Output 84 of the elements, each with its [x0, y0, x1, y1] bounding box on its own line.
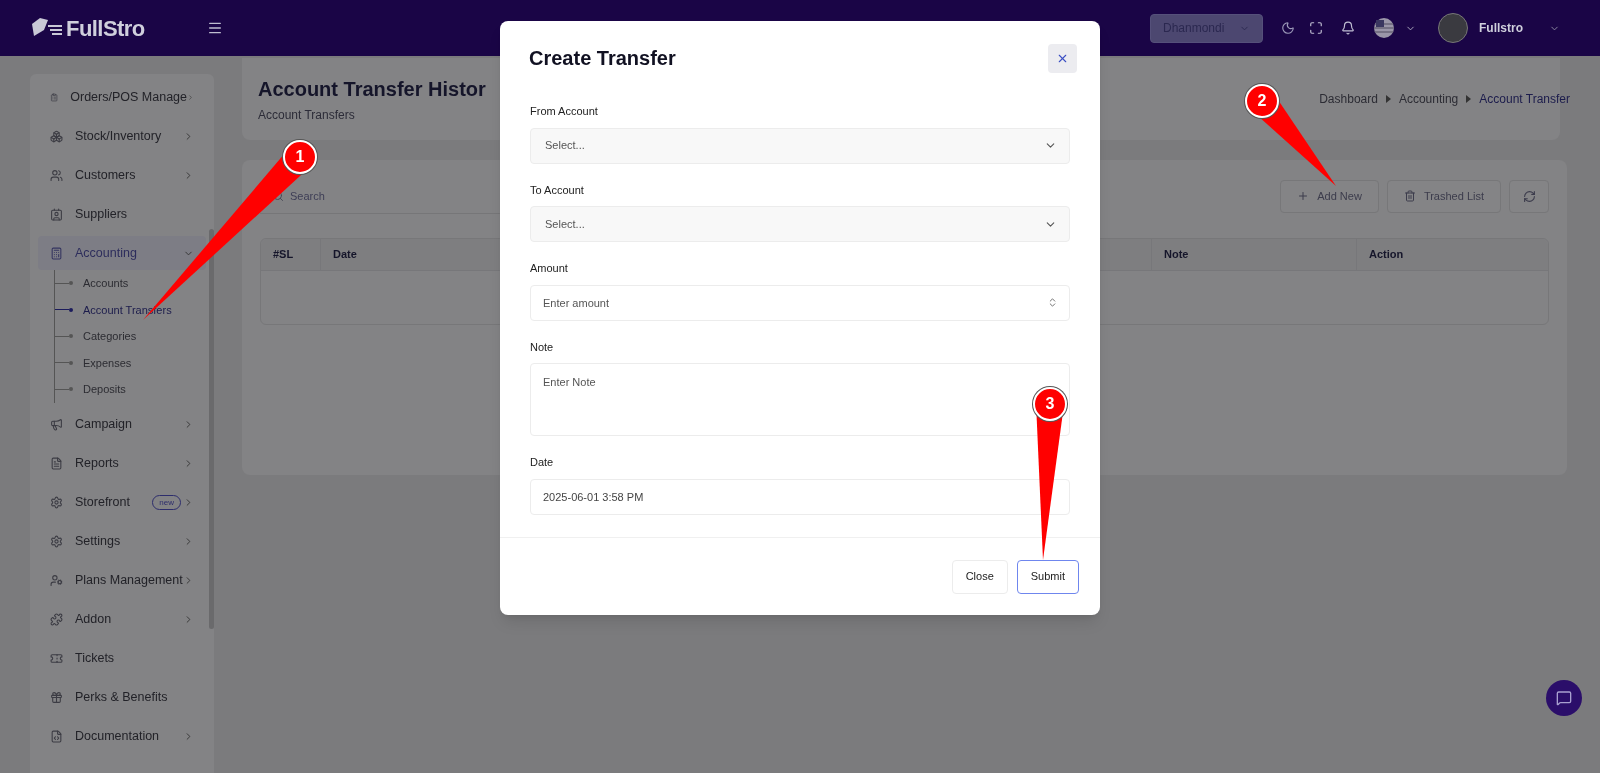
submenu-item[interactable]: Categories — [55, 323, 200, 350]
sidebar-item[interactable]: Orders/POS Manage — [38, 80, 206, 114]
chat-button[interactable] — [1546, 680, 1582, 716]
sidebar-item-label: Storefront — [75, 494, 130, 512]
users-icon — [50, 168, 63, 182]
sidebar-item-label: Documentation — [75, 728, 160, 746]
avatar[interactable] — [1438, 13, 1468, 43]
sidebar-item-label: Customers — [75, 166, 136, 184]
step-number-tooltip: 1 — [283, 140, 317, 174]
boxes-icon — [50, 129, 63, 143]
trashed-list-button[interactable]: Trashed List — [1386, 179, 1501, 213]
ticket-icon — [50, 652, 63, 665]
clipboard-icon — [50, 90, 59, 104]
select-field[interactable]: Select... — [530, 127, 1070, 164]
flag-icon[interactable] — [1373, 17, 1395, 39]
field-label: From Account — [530, 104, 599, 119]
submenu-item[interactable]: Expenses — [55, 349, 200, 376]
sidebar-item[interactable]: Reports — [38, 446, 206, 481]
sidebar-item[interactable]: Tickets — [38, 641, 206, 676]
select-field[interactable]: Select... — [530, 206, 1070, 242]
page-title: Account Transfer Histor — [258, 77, 486, 102]
add-new-button[interactable]: Add New — [1280, 179, 1379, 213]
moon-icon[interactable] — [1281, 21, 1295, 35]
gear-icon — [50, 535, 63, 548]
fullscreen-icon[interactable] — [1309, 21, 1323, 35]
sidebar-item-label: Tickets — [75, 650, 115, 668]
spinner-icon[interactable] — [1047, 296, 1058, 308]
plus-icon — [1297, 190, 1310, 202]
user-name[interactable]: Fullstro — [1479, 19, 1523, 37]
field-label: Amount — [530, 261, 569, 276]
date-input-field[interactable]: 2025-06-01 3:58 PM — [530, 478, 1070, 515]
cancel-button[interactable]: Close — [951, 559, 1008, 594]
sidebar-item-label: Reports — [75, 455, 119, 473]
column-header: #SL — [261, 239, 321, 270]
sidebar-item[interactable]: Stock/Inventory — [38, 119, 206, 153]
amount-input-field[interactable]: Enter amount — [530, 284, 1070, 321]
menu-icon[interactable] — [206, 20, 223, 36]
document-icon — [50, 457, 63, 470]
notification-bell-icon[interactable] — [1341, 21, 1355, 35]
page-subtitle: Account Transfers — [258, 107, 356, 124]
field-label: Note — [530, 339, 555, 355]
sidebar-item[interactable]: Suppliers — [38, 197, 206, 231]
trash-icon — [1403, 190, 1416, 202]
sidebar-item[interactable]: Perks & Benefits — [38, 680, 206, 715]
sidebar-item-label: Accounting — [75, 244, 137, 262]
field-label: Date — [530, 455, 555, 470]
field-label: To Account — [530, 182, 585, 198]
calculator-icon — [50, 246, 63, 260]
megaphone-icon — [50, 418, 63, 431]
sidebar-item-label: Plans Management — [75, 572, 183, 590]
sidebar-item-label: Stock/Inventory — [75, 127, 162, 145]
puzzle-icon — [50, 613, 63, 626]
sidebar-item-label: Suppliers — [75, 205, 128, 223]
chat-icon — [1556, 690, 1572, 706]
code-file-icon — [50, 730, 63, 743]
submit-button[interactable]: Submit — [1016, 559, 1079, 594]
sidebar-item-label: Orders/POS Manage — [70, 88, 187, 106]
dialog-title: Create Transfer — [529, 46, 676, 71]
sidebar-item[interactable]: Storefront new — [38, 485, 206, 520]
sidebar-item-label: Campaign — [75, 416, 132, 434]
column-header: Note — [1151, 239, 1357, 270]
sidebar-item[interactable]: Customers — [38, 158, 206, 192]
breadcrumb-link[interactable]: Dashboard — [1319, 90, 1378, 108]
column-header: Action — [1368, 247, 1405, 263]
user-gear-icon — [50, 574, 63, 587]
contact-card-icon — [50, 207, 63, 221]
sidebar-item-label: Addon — [75, 611, 112, 629]
logo-text: FullStro — [66, 14, 145, 43]
sidebar-item[interactable]: Settings — [38, 524, 206, 559]
breadcrumb-link[interactable]: Accounting — [1398, 90, 1459, 108]
sidebar-item-label: Perks & Benefits — [75, 689, 168, 707]
sidebar-item-label: Settings — [75, 533, 121, 551]
caret-right-icon — [1385, 95, 1391, 103]
sidebar-item[interactable]: Addon — [38, 602, 206, 637]
caret-right-icon — [1466, 95, 1472, 103]
gift-icon — [50, 691, 63, 704]
submenu-item[interactable]: Accounts — [55, 270, 200, 297]
gear-icon — [50, 496, 63, 509]
sidebar-item[interactable]: Accounting — [38, 236, 206, 270]
sidebar-item[interactable]: Campaign — [38, 407, 206, 442]
submenu-item[interactable]: Deposits — [55, 376, 200, 403]
sidebar-item[interactable]: Plans Management — [38, 563, 206, 598]
refresh-icon — [1522, 189, 1536, 203]
sidebar-item[interactable]: Documentation — [38, 719, 206, 754]
